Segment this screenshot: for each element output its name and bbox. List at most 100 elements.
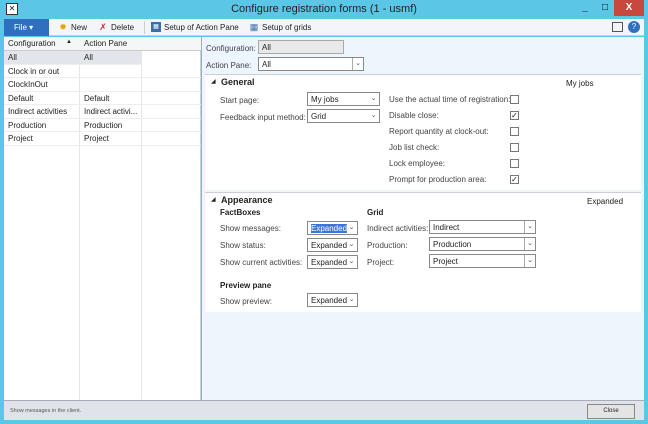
toolbar: File ▾ ✹ New ✗ Delete ▦ Setup of Action Pan… [4, 19, 644, 36]
show-preview-select[interactable]: Expanded ⌄ [307, 293, 358, 307]
preview-pane-heading: Preview pane [220, 281, 272, 290]
cell-configuration: Production [8, 120, 47, 130]
status-bar: Show messages in the client. Close [4, 400, 644, 420]
chevron-down-icon: ⌄ [348, 258, 355, 265]
disable-close-checkbox[interactable]: ✓ [510, 111, 519, 120]
show-current-activities-label: Show current activities: [220, 258, 303, 267]
appearance-section: ◢ Appearance Expanded FactBoxes Grid Sho… [205, 192, 641, 312]
show-messages-select[interactable]: Expanded ⌄ [307, 221, 358, 235]
chevron-down-icon: ⌄ [524, 221, 535, 233]
factboxes-heading: FactBoxes [220, 208, 261, 217]
help-icon[interactable]: ? [628, 21, 640, 33]
close-button[interactable]: Close [587, 404, 635, 419]
table-row[interactable]: Indirect activities Indirect activi... [4, 105, 201, 119]
new-label: New [71, 22, 88, 32]
new-button[interactable]: ✹ New [58, 22, 87, 32]
layout-icon[interactable] [612, 22, 623, 32]
setup-action-pane-label: Setup of Action Pane [164, 22, 239, 32]
action-pane-label: Action Pane: [206, 61, 252, 70]
show-status-label: Show status: [220, 241, 266, 250]
cell-action-pane: Project [84, 134, 109, 143]
report-quantity-checkbox[interactable] [510, 127, 519, 136]
cell-configuration: Indirect activities [8, 107, 68, 116]
production-label: Production: [367, 241, 408, 250]
feedback-input-select[interactable]: Grid ⌄ [307, 109, 380, 123]
collapse-icon[interactable]: ◢ [211, 78, 216, 85]
title-bar: ✕ Configure registration forms (1 - usmf… [0, 0, 648, 19]
cell-action-pane: Indirect activi... [84, 107, 138, 116]
check-label: Lock employee: [389, 159, 446, 168]
table-row[interactable]: Production Production [4, 119, 201, 132]
maximize-button[interactable]: □ [596, 0, 614, 16]
cell-action-pane: Default [84, 93, 110, 103]
chevron-down-icon: ⌄ [348, 224, 355, 231]
chevron-down-icon: ⌄ [524, 255, 535, 267]
grid-icon: ▦ [249, 22, 259, 32]
delete-button[interactable]: ✗ Delete [98, 22, 134, 32]
chevron-down-icon: ⌄ [348, 296, 355, 303]
table-row[interactable]: All All [4, 51, 142, 65]
show-messages-label: Show messages: [220, 224, 281, 233]
configuration-label: Configuration: [206, 44, 256, 53]
appearance-title[interactable]: Appearance [221, 195, 273, 205]
show-current-activities-select[interactable]: Expanded ⌄ [307, 255, 358, 269]
project-label: Project: [367, 258, 395, 267]
configuration-grid: Configuration ▲ Action Pane All All Clock… [4, 37, 201, 400]
start-page-label: Start page: [220, 96, 260, 105]
table-row[interactable]: Default Default [4, 92, 201, 105]
table-row[interactable]: Project Project [4, 132, 201, 146]
start-page-value: My jobs [311, 95, 339, 104]
action-pane-select[interactable]: All ⌄ [258, 57, 364, 71]
detail-form: Configuration: All Action Pane: All ⌄ ◢ G… [202, 37, 644, 400]
action-pane-icon: ▦ [151, 22, 161, 32]
check-label: Prompt for production area: [389, 175, 487, 184]
toolbar-divider [144, 21, 145, 34]
file-menu-button[interactable]: File ▾ [4, 19, 49, 36]
show-status-value: Expanded [311, 241, 348, 250]
use-actual-time-checkbox[interactable] [510, 95, 519, 104]
show-preview-value: Expanded [311, 296, 348, 305]
collapse-icon[interactable]: ◢ [211, 196, 216, 203]
indirect-activities-select[interactable]: Indirect ⌄ [429, 220, 536, 234]
job-list-check-checkbox[interactable] [510, 143, 519, 152]
minimize-button[interactable]: _ [574, 0, 596, 16]
show-status-select[interactable]: Expanded ⌄ [307, 238, 358, 252]
feedback-input-label: Feedback input method: [220, 113, 306, 122]
setup-action-pane-button[interactable]: ▦ Setup of Action Pane [151, 22, 239, 32]
chevron-down-icon: ⌄ [348, 241, 355, 248]
chevron-down-icon: ⌄ [370, 112, 377, 119]
cell-configuration: Clock in or out [8, 66, 60, 76]
chevron-down-icon: ⌄ [352, 58, 363, 70]
project-select[interactable]: Project ⌄ [429, 254, 536, 268]
prompt-production-area-checkbox[interactable]: ✓ [510, 175, 519, 184]
table-row[interactable]: ClockInOut [4, 78, 201, 92]
general-title[interactable]: General [221, 77, 255, 87]
column-header-action-pane[interactable]: Action Pane [84, 39, 127, 48]
file-label: File [14, 23, 27, 32]
appearance-summary: Expanded [587, 197, 624, 206]
column-header-configuration[interactable]: Configuration [8, 39, 56, 48]
show-current-activities-value: Expanded [311, 258, 348, 267]
setup-grids-button[interactable]: ▦ Setup of grids [249, 22, 312, 32]
new-icon: ✹ [59, 22, 67, 32]
action-pane-value: All [262, 60, 271, 69]
chevron-down-icon: ⌄ [370, 95, 377, 102]
indirect-activities-label: Indirect activities: [367, 224, 429, 233]
lock-employee-checkbox[interactable] [510, 159, 519, 168]
cell-action-pane: All [84, 53, 93, 62]
close-window-button[interactable]: X [614, 0, 644, 16]
production-select[interactable]: Production ⌄ [429, 237, 536, 251]
show-preview-label: Show preview: [220, 297, 273, 306]
table-row[interactable]: Clock in or out [4, 65, 201, 78]
grid-heading: Grid [367, 208, 384, 217]
cell-configuration: ClockInOut [8, 80, 48, 89]
check-label: Job list check: [389, 143, 440, 152]
status-message: Show messages in the client. [10, 408, 82, 414]
chevron-down-icon: ⌄ [524, 238, 535, 250]
feedback-input-value: Grid [311, 112, 327, 121]
production-value: Production [433, 240, 472, 249]
cell-configuration: All [8, 53, 17, 62]
start-page-select[interactable]: My jobs ⌄ [307, 92, 380, 106]
cell-configuration: Default [8, 93, 34, 103]
configuration-field[interactable]: All [258, 40, 344, 54]
